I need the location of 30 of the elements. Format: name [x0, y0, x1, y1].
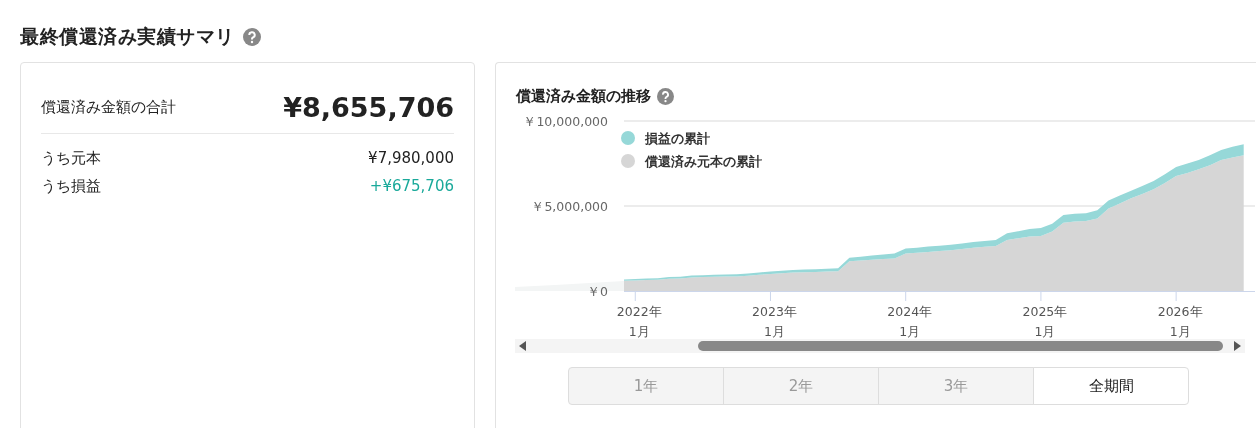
scroll-left-icon[interactable]	[519, 341, 527, 351]
row-amount: ¥7,980,000	[368, 149, 454, 167]
x-axis-label: 2025年 1月	[1022, 304, 1068, 339]
row-label: うち損益	[41, 176, 101, 196]
period-tab[interactable]: 1年	[568, 367, 724, 405]
section-title: 最終償還済み実績サマリ	[20, 24, 235, 49]
total-label: 償還済み金額の合計	[41, 97, 176, 117]
legend-label: 損益の累計	[645, 131, 710, 146]
y-axis-label: ￥10,000,000	[523, 114, 608, 129]
help-icon[interactable]	[657, 87, 674, 105]
row-label: うち元本	[41, 148, 101, 168]
y-axis-label: ￥5,000,000	[531, 199, 608, 214]
row-amount: +¥675,706	[369, 177, 454, 195]
legend-label: 償還済み元本の累計	[645, 154, 762, 169]
scrollbar[interactable]	[515, 339, 1245, 353]
total-amount: ¥8,655,706	[283, 91, 454, 123]
period-tab[interactable]: 全期間	[1033, 367, 1189, 405]
x-axis-label: 2024年 1月	[887, 304, 933, 339]
chart-title: 償還済み金額の推移	[516, 86, 651, 106]
x-axis-label: 2026年 1月	[1157, 304, 1203, 339]
scroll-right-icon[interactable]	[1233, 341, 1241, 351]
period-tab[interactable]: 2年	[723, 367, 879, 405]
help-icon[interactable]	[242, 28, 261, 46]
y-axis-label: ￥0	[587, 284, 608, 299]
period-tab[interactable]: 3年	[878, 367, 1034, 405]
scrollbar-thumb[interactable]	[698, 341, 1223, 351]
x-axis-label: 2022年 1月	[616, 304, 662, 339]
legend-dot	[621, 131, 635, 145]
legend-dot	[621, 154, 635, 168]
x-axis-label: 2023年 1月	[752, 304, 797, 339]
